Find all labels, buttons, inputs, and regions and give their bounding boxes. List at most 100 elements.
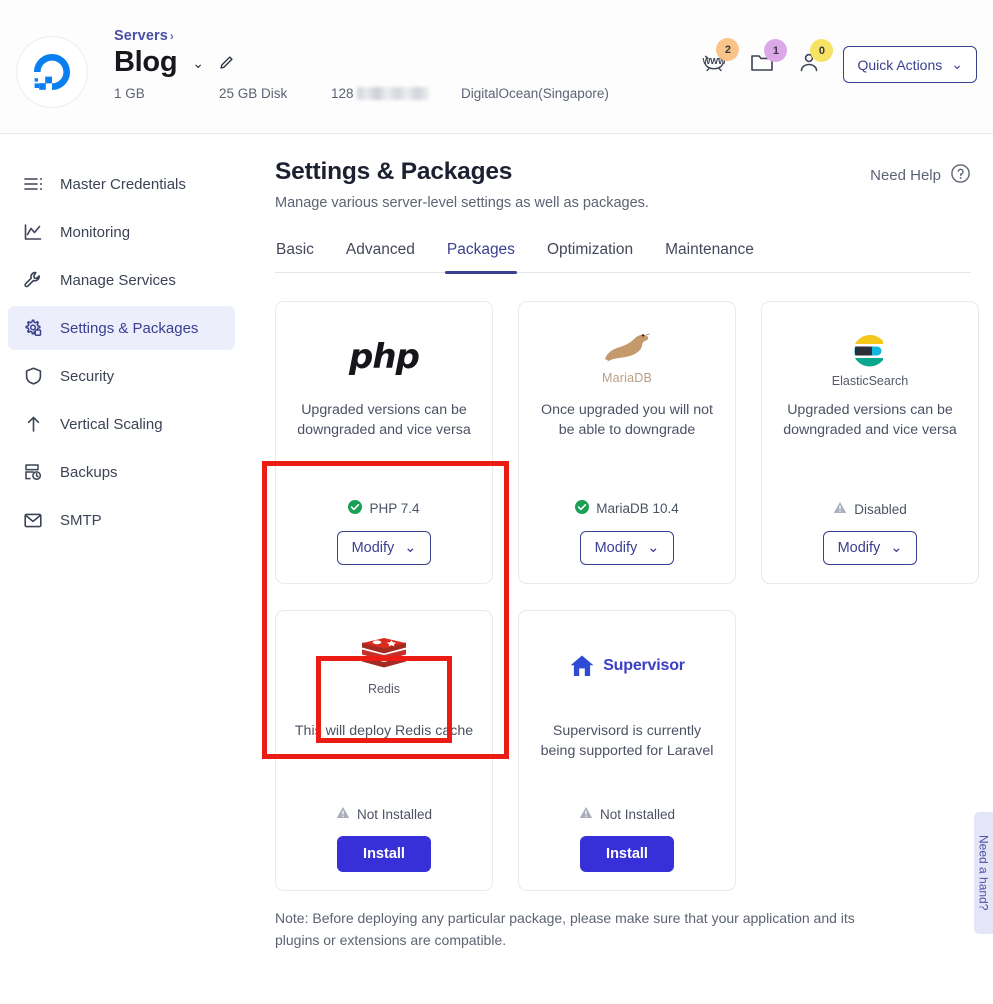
list-icon — [22, 175, 44, 193]
status-badge: Not Installed — [579, 806, 675, 822]
supervisor-logo-text: Supervisor — [603, 657, 685, 674]
body: Master Credentials Monitoring Manage Ser… — [0, 134, 993, 1004]
status-text: PHP 7.4 — [369, 501, 420, 516]
tab-basic[interactable]: Basic — [276, 241, 314, 272]
tab-packages[interactable]: Packages — [444, 241, 518, 274]
need-a-hand-label: Need a hand? — [976, 835, 991, 911]
sidebar-item-security[interactable]: Security — [8, 354, 235, 398]
install-button-supervisor[interactable]: Install — [580, 836, 674, 872]
check-circle-icon — [575, 500, 590, 517]
mail-icon — [22, 512, 44, 529]
install-button-redis[interactable]: Install — [337, 836, 431, 872]
server-name: Blog — [114, 46, 178, 78]
package-card-grid: php Upgraded versions can be downgraded … — [275, 301, 979, 891]
wrench-icon — [22, 270, 44, 290]
home-icon — [570, 655, 594, 676]
user-badge-count: 0 — [810, 39, 834, 62]
sidebar-item-label: Backups — [60, 463, 118, 481]
top-header: Servers › Blog ⌄ 1 GB 25 GB Disk 128 Digi… — [0, 0, 993, 134]
need-help-link[interactable]: Need Help — [870, 163, 971, 188]
modify-button-elasticsearch[interactable]: Modify ⌄ — [822, 531, 918, 565]
php-logo-text: php — [349, 337, 420, 377]
server-meta: Servers › Blog ⌄ 1 GB 25 GB Disk 128 Digi… — [114, 28, 701, 101]
card-description: Once upgraded you will not be able to do… — [541, 402, 713, 438]
sidebar-item-vertical-scaling[interactable]: Vertical Scaling — [8, 402, 235, 446]
server-dropdown-caret-icon[interactable]: ⌄ — [189, 54, 207, 72]
status-text: Not Installed — [599, 806, 676, 822]
card-description: Upgraded versions can be downgraded and … — [783, 402, 957, 438]
package-card-elasticsearch: ElasticSearch Upgraded versions can be d… — [761, 301, 979, 584]
warning-triangle-icon — [336, 806, 350, 822]
status-badge: PHP 7.4 — [348, 500, 420, 517]
backup-icon — [22, 462, 44, 482]
chevron-down-icon: ⌄ — [404, 540, 417, 556]
status-badge: Not Installed — [336, 806, 432, 822]
supervisor-logo: Supervisor — [569, 629, 685, 703]
sidebar-item-label: Vertical Scaling — [60, 415, 163, 433]
package-card-redis: Redis This will deploy Redis cache Not I… — [275, 610, 493, 891]
chevron-down-icon: ⌄ — [647, 540, 660, 556]
need-a-hand-tab[interactable]: Need a hand? — [974, 812, 993, 934]
elasticsearch-logo: ElasticSearch — [832, 320, 908, 394]
chevron-down-icon: ⌄ — [951, 56, 963, 72]
status-badge: MariaDB 10.4 — [575, 500, 679, 517]
tab-advanced[interactable]: Advanced — [346, 241, 415, 272]
package-card-supervisor: Supervisor Supervisord is currently bein… — [518, 610, 736, 891]
page-title: Settings & Packages — [275, 158, 513, 185]
packages-note: Note: Before deploying any particular pa… — [275, 910, 855, 948]
sidebar-item-master-credentials[interactable]: Master Credentials — [8, 162, 235, 206]
modify-button-mariadb[interactable]: Modify ⌄ — [579, 531, 675, 565]
sidebar-item-backups[interactable]: Backups — [8, 450, 235, 494]
spec-ip-address: 128 — [331, 86, 461, 101]
php-logo: php — [349, 320, 420, 394]
sidebar-item-manage-services[interactable]: Manage Services — [8, 258, 235, 302]
breadcrumb[interactable]: Servers › — [114, 28, 701, 44]
www-icon[interactable]: WWW 2 — [701, 38, 740, 80]
quick-actions-button[interactable]: Quick Actions ⌄ — [843, 46, 977, 83]
elasticsearch-mark-icon — [854, 334, 883, 367]
sidebar-item-label: Master Credentials — [60, 175, 186, 193]
spec-ram: 1 GB — [114, 86, 145, 101]
spec-disk: 25 GB Disk — [219, 86, 288, 101]
redis-logo: Redis — [360, 629, 408, 703]
header-actions: WWW 2 1 0 Quick Actions ⌄ — [701, 38, 977, 83]
card-description: Supervisord is currently being supported… — [540, 723, 714, 759]
package-card-mariadb: MariaDB Once upgraded you will not be ab… — [518, 301, 736, 584]
sidebar-item-monitoring[interactable]: Monitoring — [8, 210, 235, 254]
status-text: MariaDB 10.4 — [596, 501, 679, 516]
elasticsearch-logo-caption: ElasticSearch — [831, 374, 909, 388]
gear-icon — [22, 318, 44, 338]
pencil-icon[interactable] — [219, 55, 234, 70]
page-subtitle: Manage various server-level settings as … — [275, 195, 649, 211]
sidebar: Master Credentials Monitoring Manage Ser… — [0, 134, 249, 1004]
mariadb-logo: MariaDB — [599, 320, 655, 394]
folder-badge-count: 1 — [764, 39, 788, 62]
spec-ip-redacted — [356, 87, 429, 100]
modify-label: Modify — [837, 540, 881, 556]
question-circle-icon — [950, 163, 971, 188]
tab-maintenance[interactable]: Maintenance — [665, 241, 754, 272]
user-icon[interactable]: 0 — [797, 39, 834, 79]
sidebar-item-label: Security — [60, 367, 115, 385]
breadcrumb-chevron-icon: › — [169, 29, 175, 43]
quick-actions-label: Quick Actions — [857, 56, 943, 73]
status-text: Not Installed — [356, 806, 433, 822]
chevron-down-icon: ⌄ — [890, 540, 903, 556]
card-description: Upgraded versions can be downgraded and … — [297, 402, 471, 438]
modify-button-php[interactable]: Modify ⌄ — [336, 531, 432, 565]
tab-optimization[interactable]: Optimization — [547, 241, 633, 272]
spec-ip-prefix: 128 — [331, 86, 354, 101]
sidebar-item-label: Monitoring — [60, 223, 131, 241]
sidebar-item-settings-packages[interactable]: Settings & Packages — [8, 306, 235, 350]
breadcrumb-servers[interactable]: Servers — [114, 28, 168, 44]
folder-icon[interactable]: 1 — [749, 39, 788, 79]
check-circle-icon — [348, 500, 363, 517]
sidebar-item-label: Manage Services — [60, 271, 176, 289]
arrow-up-icon — [22, 414, 44, 434]
server-specs: 1 GB 25 GB Disk 128 DigitalOcean(Singapo… — [114, 86, 701, 101]
sidebar-item-smtp[interactable]: SMTP — [8, 498, 235, 542]
tab-bar: Basic Advanced Packages Optimization Mai… — [275, 241, 971, 274]
status-badge: Disabled — [833, 501, 907, 517]
www-badge-count: 2 — [716, 38, 740, 61]
sidebar-item-label: SMTP — [60, 511, 102, 529]
